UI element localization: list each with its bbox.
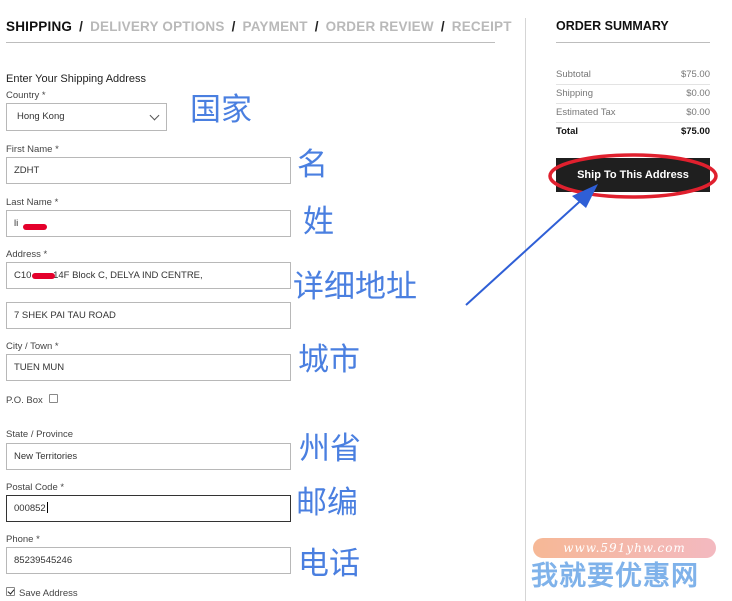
summary-row-subtotal: Subtotal $75.00	[556, 69, 710, 80]
last-name-input[interactable]: li	[6, 210, 291, 237]
summary-row-total: Total $75.00	[556, 126, 710, 137]
postal-code-label: Postal Code *	[6, 482, 65, 493]
summary-label: Shipping	[556, 88, 593, 99]
phone-value: 85239545246	[14, 555, 73, 566]
po-box-checkbox[interactable]	[49, 394, 58, 403]
first-name-value: ZDHT	[14, 165, 40, 176]
watermark-url: www.591yhw.com	[533, 538, 716, 558]
summary-value: $0.00	[686, 107, 710, 118]
annotation-city: 城市	[298, 342, 360, 378]
step-payment[interactable]: PAYMENT	[243, 19, 308, 34]
order-summary-title: ORDER SUMMARY	[556, 19, 710, 43]
summary-label: Total	[556, 126, 578, 137]
annotation-last-name: 姓	[303, 204, 334, 240]
summary-label: Estimated Tax	[556, 107, 616, 118]
summary-row-shipping: Shipping $0.00	[556, 88, 710, 99]
last-name-label: Last Name *	[6, 197, 59, 208]
po-box-label: P.O. Box	[6, 395, 43, 406]
address-line1-input[interactable]: C10 14F Block C, DELYA IND CENTRE,	[6, 262, 291, 289]
city-input[interactable]: TUEN MUN	[6, 354, 291, 381]
step-separator: /	[440, 19, 445, 34]
city-value: TUEN MUN	[14, 362, 65, 373]
redaction-mark	[32, 273, 55, 279]
annotation-state: 州省	[299, 431, 361, 467]
summary-row-tax: Estimated Tax $0.00	[556, 107, 710, 118]
step-separator: /	[231, 19, 236, 34]
address-line2-input[interactable]: 7 SHEK PAI TAU ROAD	[6, 302, 291, 329]
address-line1-value: 14F Block C, DELYA IND CENTRE,	[50, 270, 203, 281]
state-value: New Territories	[14, 451, 78, 462]
chevron-down-icon	[149, 110, 160, 121]
summary-label: Subtotal	[556, 69, 591, 80]
save-address-checkbox[interactable]	[6, 587, 15, 596]
country-select[interactable]: Hong Kong	[6, 103, 167, 131]
phone-label: Phone *	[6, 534, 40, 545]
city-label: City / Town *	[6, 341, 59, 352]
step-shipping[interactable]: SHIPPING	[6, 19, 72, 34]
first-name-input[interactable]: ZDHT	[6, 157, 291, 184]
text-caret	[46, 502, 48, 513]
checkout-steps: SHIPPING / DELIVERY OPTIONS / PAYMENT / ORDER …	[6, 19, 511, 43]
address-line1-prefix: C10	[14, 270, 32, 281]
summary-value: $75.00	[680, 69, 710, 80]
annotation-arrow-shaft	[465, 193, 589, 306]
summary-rule	[556, 122, 710, 123]
step-receipt[interactable]: RECEIPT	[452, 19, 512, 34]
annotation-address: 详细地址	[293, 269, 417, 305]
summary-rule	[556, 84, 710, 85]
summary-value: $75.00	[680, 126, 710, 137]
address-label: Address *	[6, 249, 48, 260]
save-address-label: Save Address	[19, 588, 78, 599]
watermark-logo-text: 我就要优惠网	[531, 561, 699, 592]
annotation-country: 国家	[190, 92, 252, 128]
step-separator: /	[79, 19, 84, 34]
postal-code-value: 000852	[14, 503, 46, 514]
state-input[interactable]: New Territories	[6, 443, 291, 470]
ship-to-this-address-button[interactable]: Ship To This Address	[556, 158, 710, 192]
redaction-mark	[23, 224, 47, 230]
country-value: Hong Kong	[17, 111, 65, 122]
state-label: State / Province	[6, 429, 74, 440]
step-separator: /	[314, 19, 319, 34]
step-order-review[interactable]: ORDER REVIEW	[326, 19, 434, 34]
summary-value: $0.00	[686, 88, 710, 99]
country-label: Country *	[6, 90, 46, 101]
column-divider	[525, 18, 526, 601]
annotation-first-name: 名	[297, 147, 328, 183]
address-line2-value: 7 SHEK PAI TAU ROAD	[14, 310, 116, 321]
first-name-label: First Name *	[6, 144, 59, 155]
postal-code-input[interactable]: 000852	[6, 495, 291, 522]
form-title: Enter Your Shipping Address	[6, 73, 147, 85]
step-delivery-options[interactable]: DELIVERY OPTIONS	[90, 19, 224, 34]
last-name-value: li	[14, 218, 19, 229]
summary-rule	[556, 103, 710, 104]
phone-input[interactable]: 85239545246	[6, 547, 291, 574]
annotation-postal: 邮编	[296, 485, 358, 521]
annotation-phone: 电话	[298, 546, 360, 582]
